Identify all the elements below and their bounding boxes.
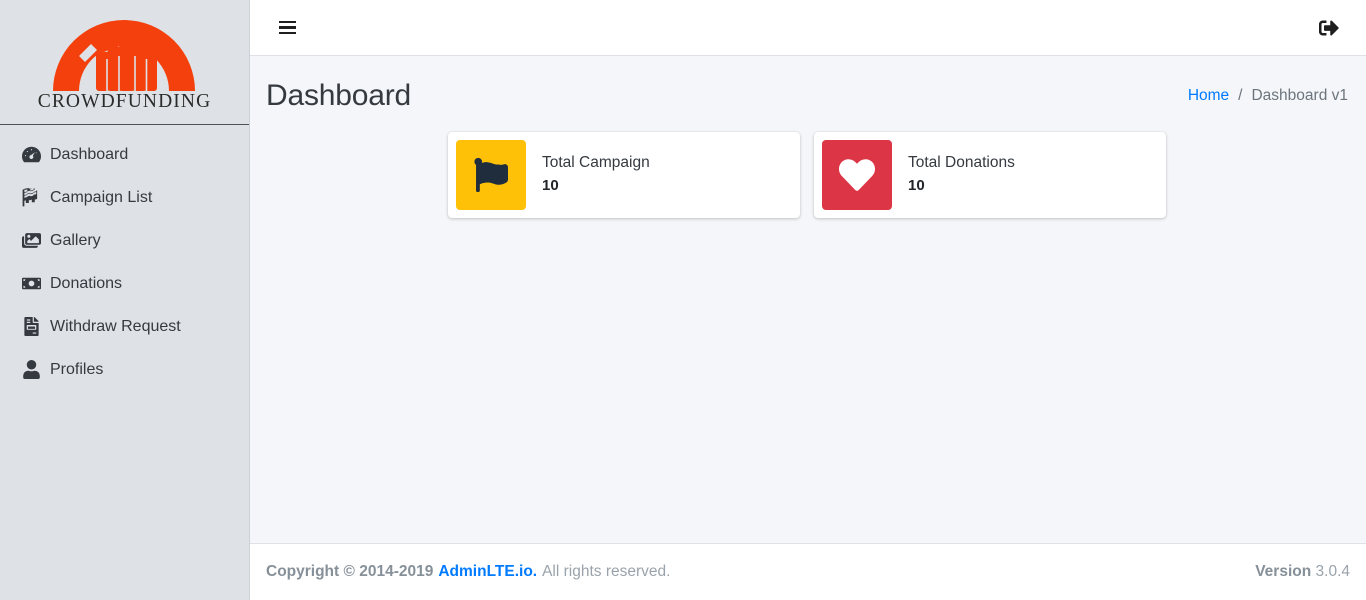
images-icon [22, 231, 50, 250]
footer-version: Version 3.0.4 [1255, 563, 1350, 581]
sidebar-item-label: Withdraw Request [50, 317, 181, 335]
sidebar-item-dashboard[interactable]: Dashboard [0, 133, 249, 176]
brand-wordmark: CROWDFUNDING [37, 91, 212, 112]
footer-rights: All rights reserved. [542, 563, 671, 580]
breadcrumb: Home / Dashboard v1 [1188, 87, 1348, 105]
main-header [250, 0, 1366, 56]
stat-card-total-donations[interactable]: Total Donations 10 [814, 132, 1166, 218]
stat-card-value: 10 [908, 176, 925, 194]
sidebar: CROWDFUNDING Dashboard Campaign List Gal… [0, 0, 250, 600]
breadcrumb-item-home[interactable]: Home [1188, 87, 1229, 105]
sidebar-item-label: Campaign List [50, 188, 153, 206]
hamburger-icon[interactable] [272, 13, 302, 43]
sidebar-item-gallery[interactable]: Gallery [0, 219, 249, 262]
admin-dashboard-page: CROWDFUNDING Dashboard Campaign List Gal… [0, 0, 1366, 600]
sidebar-item-label: Donations [50, 274, 123, 292]
sidebar-item-label: Gallery [50, 231, 101, 249]
sidebar-item-campaign-list[interactable]: Campaign List [0, 176, 249, 219]
money-bill-icon [22, 274, 50, 293]
footer-version-number: 3.0.4 [1315, 563, 1350, 580]
flag-icon [456, 140, 526, 210]
breadcrumb-separator: / [1238, 87, 1243, 104]
sidebar-nav: Dashboard Campaign List Gallery Donation… [0, 125, 249, 391]
main-footer: Copyright © 2014-2019 AdminLTE.io. All r… [250, 543, 1366, 600]
user-icon [22, 360, 50, 379]
footer-copyright: Copyright © 2014-2019 [266, 563, 434, 580]
sign-out-icon[interactable] [1314, 13, 1344, 43]
checkered-flag-icon [22, 188, 50, 207]
sidebar-item-profiles[interactable]: Profiles [0, 348, 249, 391]
breadcrumb-item-current: Dashboard v1 [1251, 87, 1348, 104]
file-invoice-icon [22, 317, 50, 336]
heart-icon [822, 140, 892, 210]
tachometer-icon [22, 145, 50, 164]
stat-card-label: Total Donations [908, 153, 1015, 171]
main-content: Total Campaign 10 Total Donations 10 [250, 132, 1366, 218]
stat-card-total-campaign[interactable]: Total Campaign 10 [448, 132, 800, 218]
page-title: Dashboard [266, 79, 411, 112]
footer-version-label: Version [1255, 563, 1312, 580]
sidebar-item-withdraw-request[interactable]: Withdraw Request [0, 305, 249, 348]
sidebar-item-label: Profiles [50, 360, 104, 378]
stat-card-value: 10 [542, 176, 559, 194]
footer-adminlte-link[interactable]: AdminLTE.io. [438, 563, 537, 581]
stat-card-row: Total Campaign 10 Total Donations 10 [266, 132, 1350, 218]
sidebar-item-label: Dashboard [50, 145, 129, 163]
brand-logo[interactable]: CROWDFUNDING [0, 0, 249, 125]
content-header: Dashboard Home / Dashboard v1 [250, 56, 1366, 132]
sidebar-item-donations[interactable]: Donations [0, 262, 249, 305]
stat-card-label: Total Campaign [542, 153, 650, 171]
crowdfunding-arch-people-logo-icon [39, 15, 209, 93]
content-wrapper: Dashboard Home / Dashboard v1 Total Camp… [250, 0, 1366, 600]
